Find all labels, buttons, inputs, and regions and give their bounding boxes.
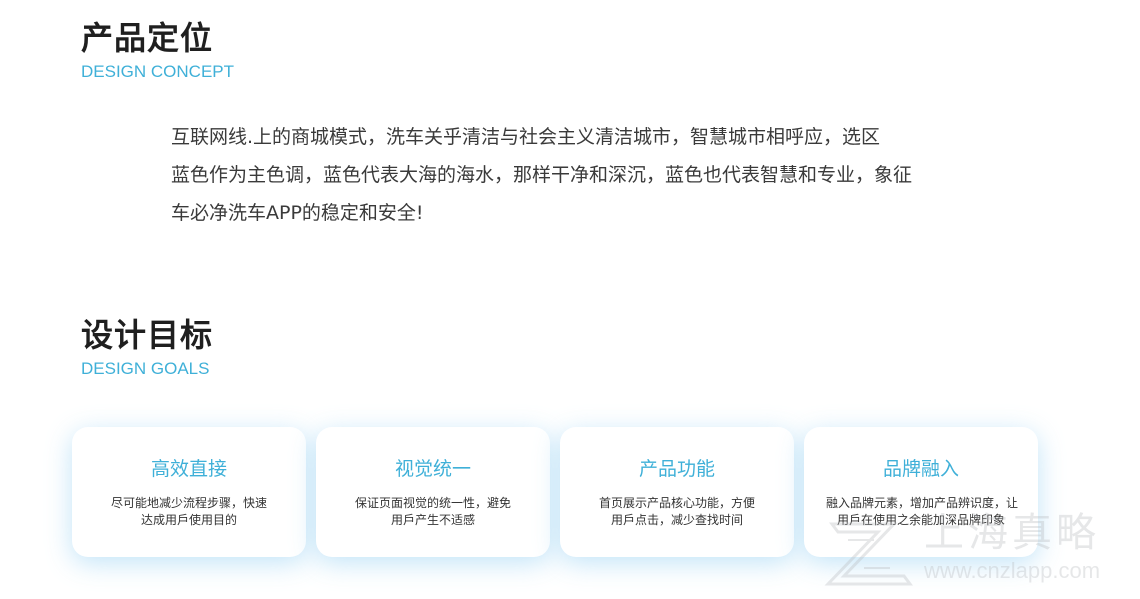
- goal-card-efficient: 高效直接 尽可能地减少流程步骤，快速 达成用戶使用目的: [72, 427, 306, 557]
- concept-paragraph: 互联网线.上的商城模式，洗车关乎清洁与社会主义清洁城市，智慧城市相呼应，选区 蓝…: [171, 118, 1011, 232]
- goal-card-desc-line: 达成用戶使用目的: [140, 513, 237, 527]
- goal-card-title: 视觉统一: [394, 458, 471, 480]
- concept-line: 蓝色作为主色调，蓝色代表大海的海水，那样干净和深沉，蓝色也代表智慧和专业，象征: [171, 164, 913, 186]
- goal-card-desc: 首页展示产品核心功能，方便 用戶点击，减少查找时间: [582, 495, 772, 529]
- goal-card-title: 品牌融入: [882, 458, 959, 480]
- goal-card-brand: 品牌融入 融入品牌元素，增加产品辨识度，让 用戶在使用之余能加深品牌印象: [804, 427, 1038, 557]
- concept-subtitle: DESIGN CONCEPT: [81, 62, 235, 81]
- concept-title: 产品定位: [81, 19, 214, 57]
- goals-subtitle: DESIGN GOALS: [81, 359, 210, 378]
- goal-card-desc: 保证页面视觉的统一性，避免 用戶产生不适感: [338, 495, 528, 529]
- goal-card-title: 高效直接: [150, 458, 227, 480]
- goal-cards: 高效直接 尽可能地减少流程步骤，快速 达成用戶使用目的 视觉统一 保证页面视觉的…: [72, 427, 1042, 557]
- goal-card-desc-line: 用戶点击，减少查找时间: [610, 513, 743, 527]
- goal-card-desc-line: 用戶在使用之余能加深品牌印象: [836, 513, 1005, 527]
- concept-line: 互联网线.上的商城模式，洗车关乎清洁与社会主义清洁城市，智慧城市相呼应，选区: [171, 126, 881, 148]
- goal-card-desc-line: 首页展示产品核心功能，方便: [598, 496, 755, 510]
- goal-card-desc: 尽可能地减少流程步骤，快速 达成用戶使用目的: [94, 495, 284, 529]
- goal-card-desc-line: 尽可能地减少流程步骤，快速: [110, 496, 267, 510]
- goal-card-title: 产品功能: [638, 458, 715, 480]
- goal-card-function: 产品功能 首页展示产品核心功能，方便 用戶点击，减少查找时间: [560, 427, 794, 557]
- page: 产品定位 DESIGN CONCEPT 互联网线.上的商城模式，洗车关乎清洁与社…: [0, 0, 1140, 599]
- goal-card-desc-line: 融入品牌元素，增加产品辨识度，让: [826, 496, 1019, 510]
- watermark-url: www.cnzlapp.com: [924, 558, 1101, 583]
- goal-card-desc-line: 保证页面视觉的统一性，避免: [354, 496, 511, 510]
- goal-card-visual: 视觉统一 保证页面视觉的统一性，避免 用戶产生不适感: [316, 427, 550, 557]
- concept-line: 车必净洗车APP的稳定和安全!: [171, 202, 424, 224]
- goal-card-desc-line: 用戶产生不适感: [390, 513, 475, 527]
- goals-title: 设计目标: [81, 316, 214, 354]
- goal-card-desc: 融入品牌元素，增加产品辨识度，让 用戶在使用之余能加深品牌印象: [826, 495, 1019, 529]
